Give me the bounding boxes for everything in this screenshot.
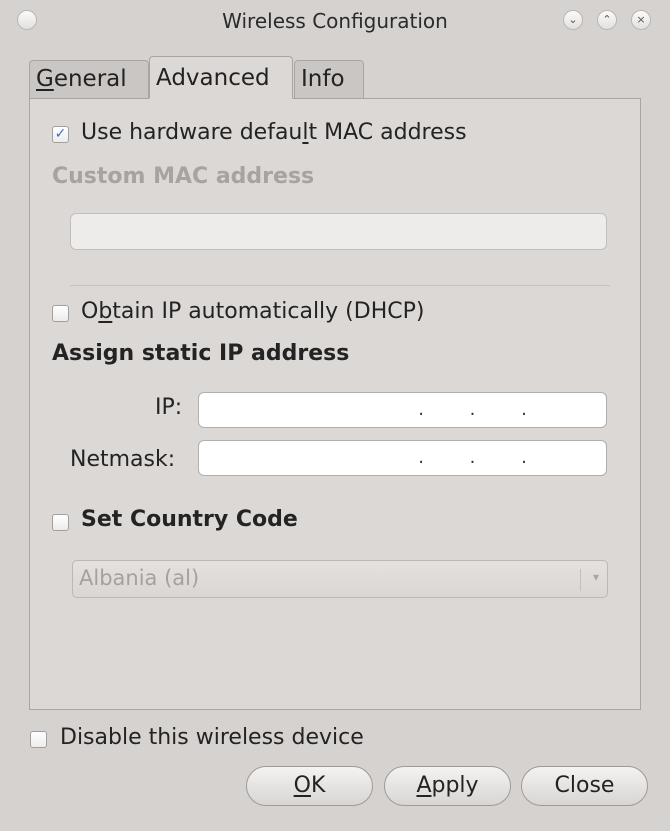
ip-label: IP: <box>155 395 183 420</box>
close-window-icon[interactable]: × <box>631 10 651 30</box>
dhcp-label-post: tain IP automatically (DHCP) <box>112 299 425 324</box>
chevron-down-icon[interactable]: ▾ <box>593 570 599 584</box>
dhcp-mnemonic: b <box>98 299 113 324</box>
maximize-icon[interactable]: ⌃ <box>597 10 617 30</box>
static-ip-heading: Assign static IP address <box>52 341 350 366</box>
use-hw-mac-label-pre: Use hardware defau <box>81 120 303 145</box>
apply-mnemonic: A <box>416 773 432 798</box>
separator <box>70 285 610 286</box>
country-select[interactable]: Albania (al) ▾ <box>72 560 608 598</box>
close-button[interactable]: Close <box>521 766 648 806</box>
ok-label: K <box>310 773 326 798</box>
ok-mnemonic: O <box>293 773 311 798</box>
minimize-icon[interactable]: ⌄ <box>563 10 583 30</box>
country-code-label[interactable]: Set Country Code <box>81 507 298 532</box>
use-hw-mac-label[interactable]: Use hardware default MAC address <box>81 120 467 145</box>
dhcp-checkbox[interactable] <box>52 305 69 322</box>
apply-label: pply <box>431 773 479 798</box>
use-hw-mac-label-post: t MAC address <box>308 120 467 145</box>
custom-mac-heading: Custom MAC address <box>52 164 315 189</box>
country-code-checkbox[interactable] <box>52 514 69 531</box>
country-select-value: Albania (al) <box>79 566 200 590</box>
tab-advanced[interactable]: Advanced <box>149 56 293 99</box>
dhcp-label-pre: O <box>81 299 99 324</box>
ip-input[interactable]: . . . <box>198 392 607 428</box>
disable-device-label[interactable]: Disable this wireless device <box>60 725 364 750</box>
tab-general-label: eneral <box>53 66 127 92</box>
disable-device-checkbox[interactable] <box>30 731 47 748</box>
ip-value: . . . <box>418 399 547 420</box>
apply-button[interactable]: Apply <box>384 766 511 806</box>
netmask-value: . . . <box>418 447 547 468</box>
title-bar[interactable]: Wireless Configuration ⌄ ⌃ × <box>0 0 670 44</box>
dhcp-label[interactable]: Obtain IP automatically (DHCP) <box>81 299 424 324</box>
use-hw-mac-checkbox[interactable]: ✓ <box>52 126 69 143</box>
tab-general-mnemonic: G <box>36 66 54 92</box>
tab-general[interactable]: General <box>29 60 149 98</box>
combo-separator <box>580 569 581 591</box>
wireless-configuration-window: Wireless Configuration ⌄ ⌃ × General Adv… <box>0 0 670 831</box>
ok-button[interactable]: OK <box>246 766 373 806</box>
custom-mac-input[interactable] <box>70 213 607 250</box>
netmask-input[interactable]: . . . <box>198 440 607 476</box>
netmask-label: Netmask: <box>70 447 176 472</box>
tab-info[interactable]: Info <box>294 60 364 98</box>
